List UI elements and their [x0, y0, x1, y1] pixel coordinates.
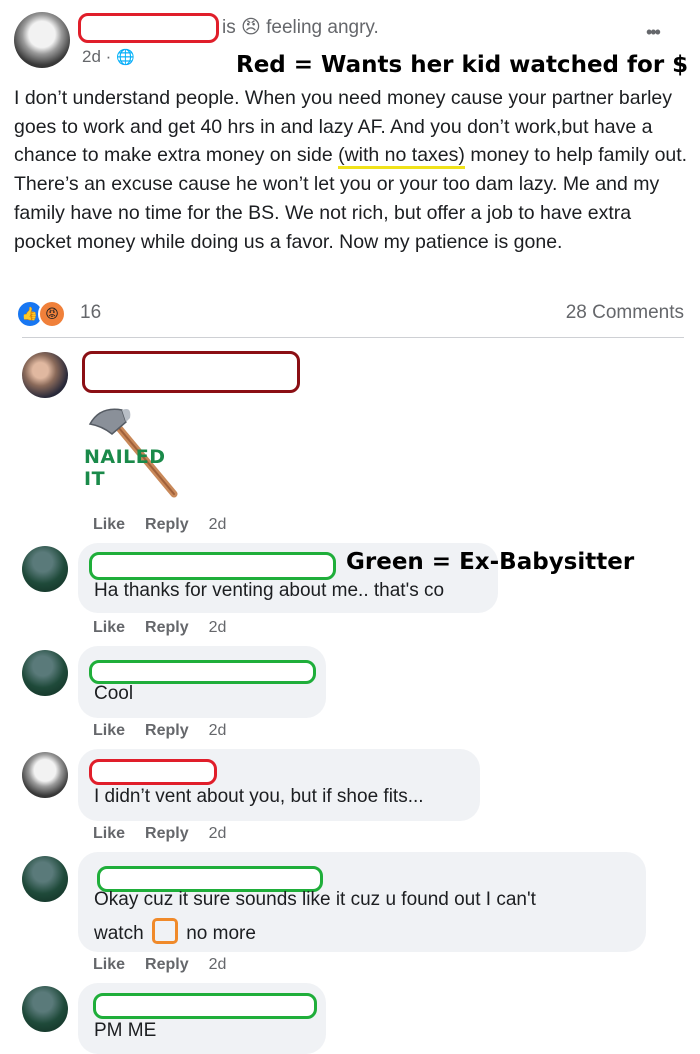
- comment-text-line2: watch no more: [94, 918, 256, 945]
- annotation-green: Green = Ex-Babysitter: [346, 549, 635, 575]
- like-button[interactable]: Like: [93, 825, 125, 842]
- comment-time[interactable]: 2d: [209, 956, 227, 973]
- reply-button[interactable]: Reply: [145, 516, 189, 533]
- comment-text-line1: Okay cuz it sure sounds like it cuz u fo…: [94, 889, 536, 910]
- redacted-commenter-name: [89, 660, 316, 684]
- post-time[interactable]: 2d · 🌐: [82, 47, 135, 67]
- reaction-count: 16: [80, 302, 102, 323]
- nailed-it-sticker: NAILED IT: [82, 402, 192, 502]
- reactions-bar[interactable]: 👍 😡 16: [16, 299, 101, 328]
- like-button[interactable]: Like: [93, 516, 125, 533]
- comment-text: PM ME: [94, 1020, 157, 1041]
- comment-actions: Like Reply 2d: [93, 825, 246, 843]
- like-button[interactable]: Like: [93, 722, 125, 739]
- comment-actions: Like Reply 2d: [93, 722, 246, 740]
- divider: [22, 337, 684, 338]
- redacted-commenter-name: [89, 759, 217, 785]
- annotation-red: Red = Wants her kid watched for $: [236, 52, 689, 78]
- comment-time[interactable]: 2d: [209, 516, 227, 533]
- comment-actions: Like Reply 2d: [93, 516, 246, 534]
- comment-actions: Like Reply 2d: [93, 619, 246, 637]
- redacted-poster-name: [78, 13, 219, 43]
- commenter-avatar[interactable]: [22, 546, 68, 592]
- comment-text: Ha thanks for venting about me.. that's …: [94, 580, 445, 601]
- poster-avatar[interactable]: [22, 752, 68, 798]
- feeling-text: feeling angry.: [266, 17, 379, 38]
- redacted-commenter-name: [93, 993, 317, 1019]
- redacted-name-box: [151, 918, 178, 944]
- commenter-avatar[interactable]: [22, 650, 68, 696]
- angry-emoji-icon: 😠: [241, 17, 261, 38]
- comment-text-watch: watch: [94, 923, 144, 944]
- like-button[interactable]: Like: [93, 619, 125, 636]
- feeling-status: is 😠 feeling angry.: [222, 16, 379, 39]
- redacted-commenter-name: [89, 552, 336, 580]
- post-body: I don’t understand people. When you need…: [14, 84, 690, 256]
- comment-text: Cool: [94, 683, 134, 704]
- globe-icon: 🌐: [116, 49, 135, 66]
- commenter-avatar[interactable]: [22, 856, 68, 902]
- like-button[interactable]: Like: [93, 956, 125, 973]
- reply-button[interactable]: Reply: [145, 825, 189, 842]
- post-time-text: 2d ·: [82, 47, 112, 66]
- post-body-highlight: (with no taxes): [338, 144, 465, 170]
- comment-time[interactable]: 2d: [209, 722, 227, 739]
- reply-button[interactable]: Reply: [145, 956, 189, 973]
- comment-text-no-more: no more: [186, 923, 256, 944]
- comment-actions: Like Reply 2d: [93, 956, 246, 974]
- commenter-avatar[interactable]: [22, 352, 68, 398]
- comment-time[interactable]: 2d: [209, 825, 227, 842]
- comment-text: I didn’t vent about you, but if shoe fit…: [94, 786, 424, 807]
- redacted-commenter-name: [82, 351, 300, 393]
- sticker-text: NAILED IT: [84, 446, 166, 490]
- status-is: is: [222, 17, 236, 38]
- comments-count[interactable]: 28 Comments: [566, 302, 684, 324]
- commenter-avatar[interactable]: [22, 986, 68, 1032]
- comment-time[interactable]: 2d: [209, 619, 227, 636]
- reply-button[interactable]: Reply: [145, 619, 189, 636]
- poster-avatar[interactable]: [14, 12, 70, 68]
- more-options-icon[interactable]: •••: [646, 22, 661, 43]
- angry-reaction-icon: 😡: [38, 300, 66, 328]
- reply-button[interactable]: Reply: [145, 722, 189, 739]
